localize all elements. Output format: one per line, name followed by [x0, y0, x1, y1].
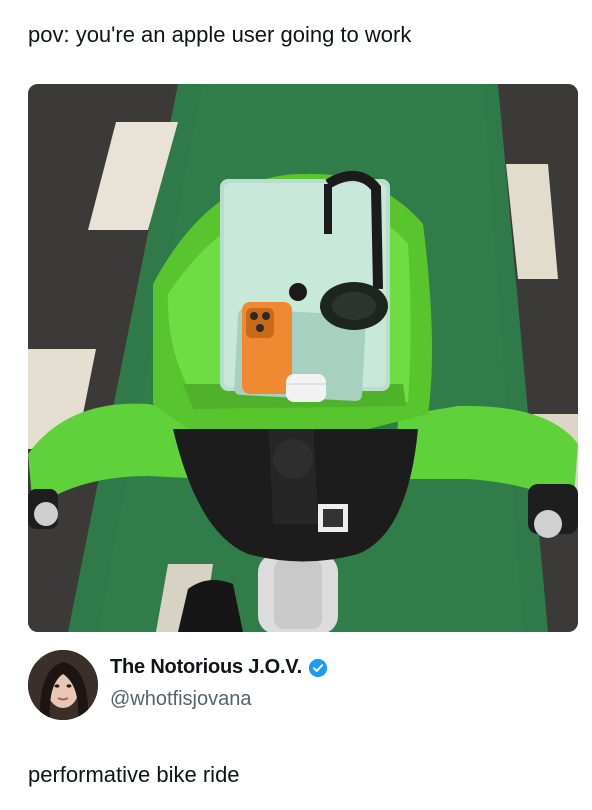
display-name[interactable]: The Notorious J.O.V. — [110, 656, 302, 679]
quoted-tweet-card[interactable]: The Notorious J.O.V. @whotfisjovana — [28, 650, 568, 730]
avatar[interactable] — [28, 650, 98, 720]
post-photo[interactable] — [28, 84, 578, 632]
quoted-tweet-text: performative bike ride — [28, 762, 240, 787]
verified-badge-icon — [308, 658, 328, 677]
name-row: The Notorious J.O.V. — [110, 656, 328, 679]
post-caption: pov: you're an apple user going to work — [28, 22, 412, 47]
bike-basket-photo-art — [28, 84, 578, 632]
avatar-image — [28, 650, 98, 720]
user-handle[interactable]: @whotfisjovana — [110, 688, 251, 711]
